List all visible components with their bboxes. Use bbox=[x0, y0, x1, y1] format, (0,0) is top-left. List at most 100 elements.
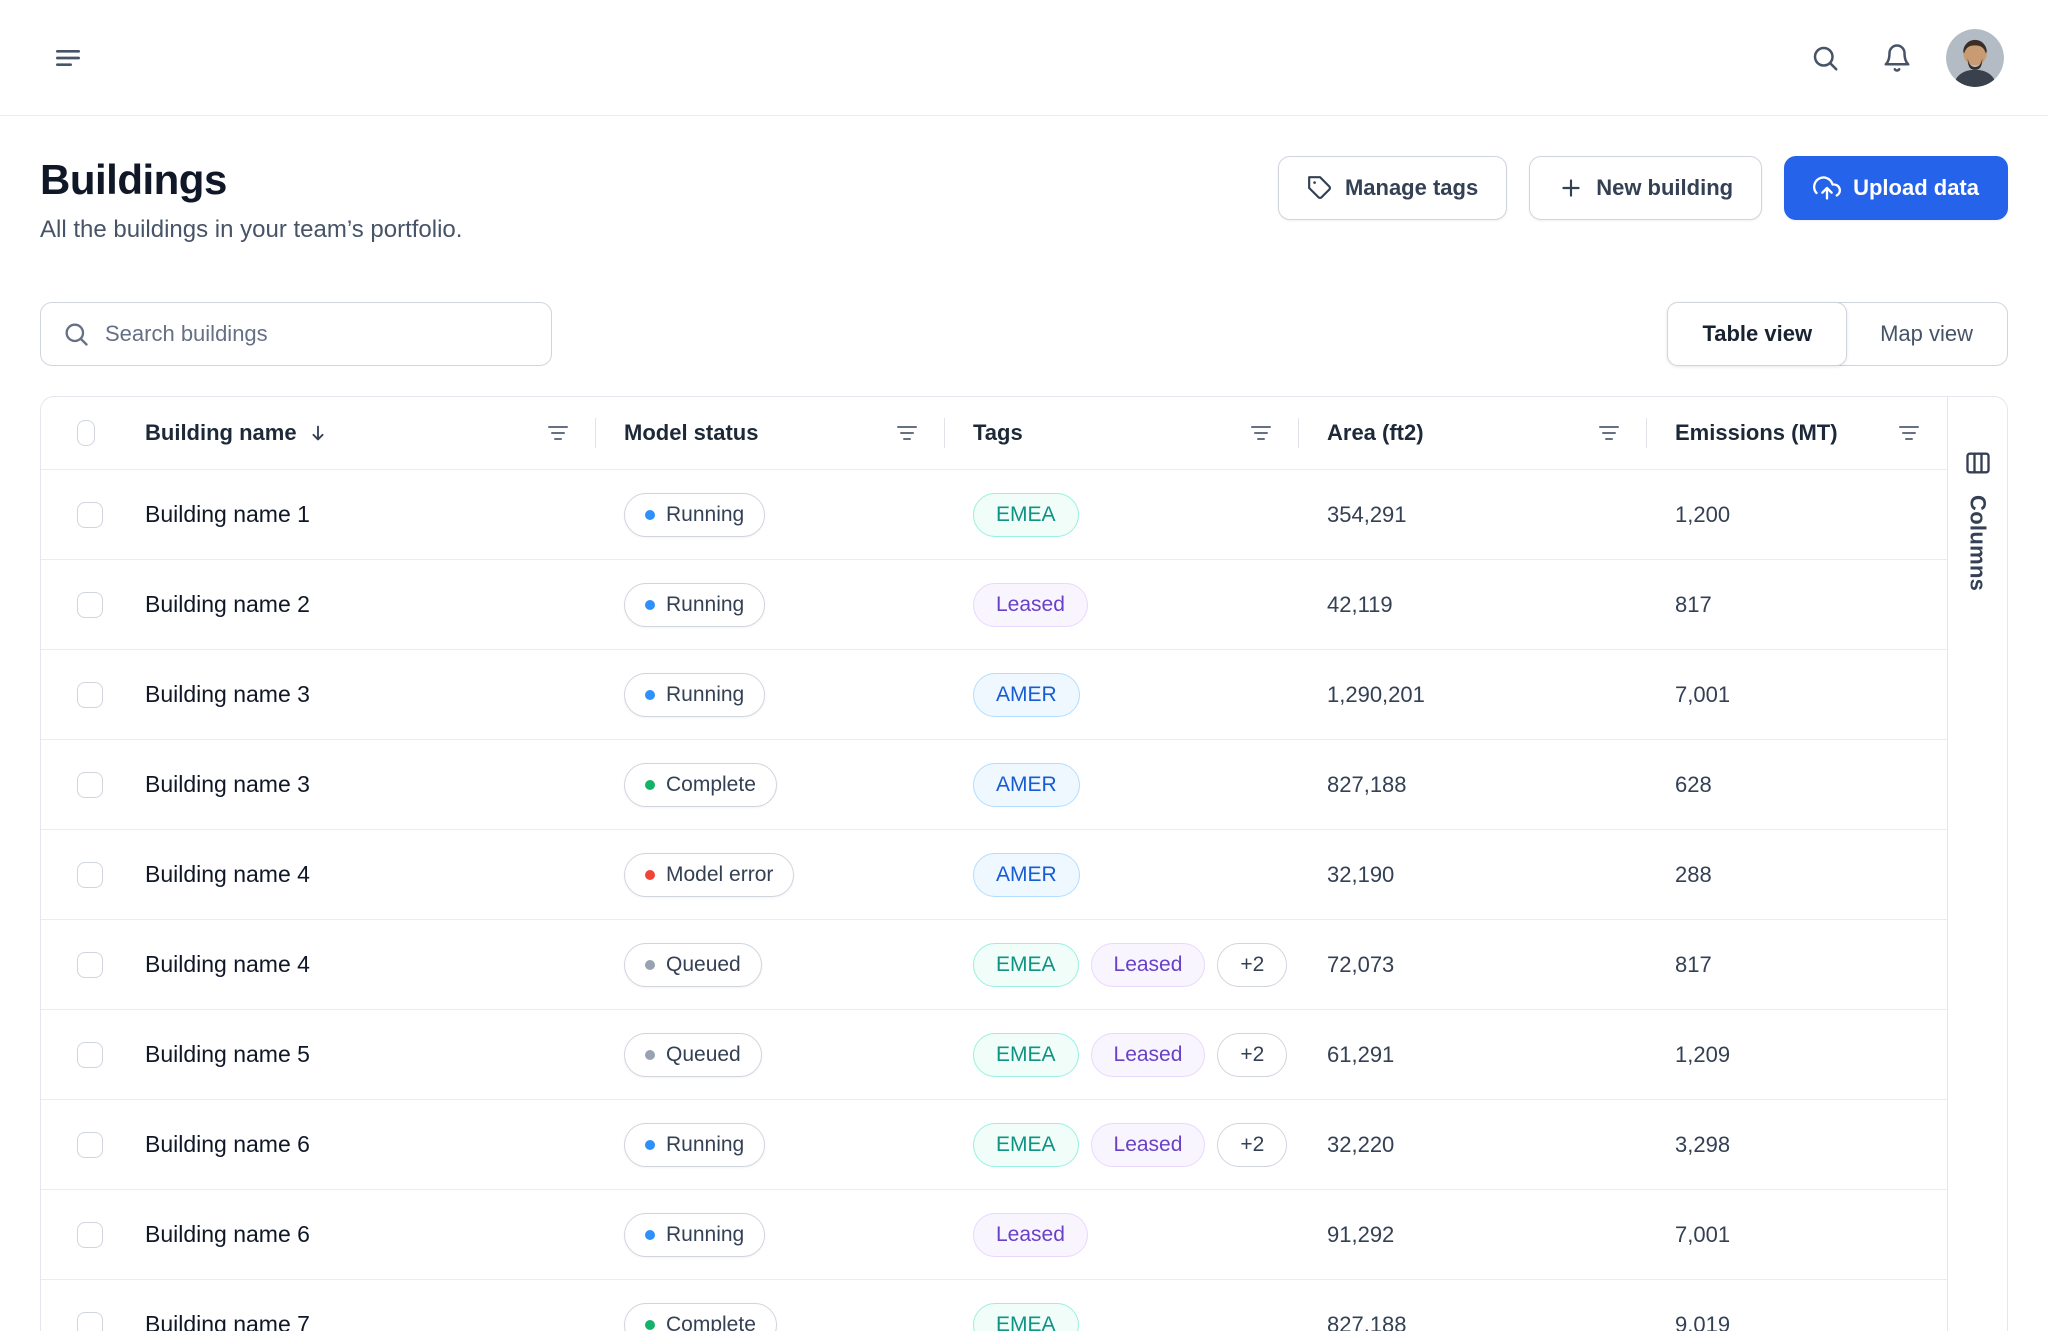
row-checkbox[interactable] bbox=[77, 772, 103, 798]
status-pill: Running bbox=[624, 673, 765, 717]
column-header-area: Area (ft2) bbox=[1299, 397, 1647, 469]
row-checkbox[interactable] bbox=[77, 682, 103, 708]
tag-pill: Leased bbox=[973, 1213, 1088, 1257]
upload-data-button[interactable]: Upload data bbox=[1784, 156, 2008, 220]
row-building-name: Building name 3 bbox=[117, 681, 596, 708]
search-buildings-input[interactable] bbox=[40, 302, 552, 366]
row-area: 354,291 bbox=[1299, 502, 1647, 528]
row-tags: AMER bbox=[945, 853, 1299, 897]
bell-icon bbox=[1882, 43, 1912, 73]
status-label: Model error bbox=[666, 863, 773, 887]
map-view-tab[interactable]: Map view bbox=[1846, 303, 2007, 365]
row-checkbox[interactable] bbox=[77, 592, 103, 618]
tag-pill[interactable]: +2 bbox=[1217, 1033, 1287, 1077]
search-field bbox=[40, 302, 552, 366]
avatar[interactable] bbox=[1946, 29, 2004, 87]
tag-pill[interactable]: +2 bbox=[1217, 943, 1287, 987]
table-row[interactable]: Building name 4 Model error AMER 32,190 … bbox=[41, 829, 1947, 919]
plus-icon bbox=[1558, 175, 1584, 201]
tag-pill: Leased bbox=[973, 583, 1088, 627]
row-checkbox[interactable] bbox=[77, 1132, 103, 1158]
tag-pill[interactable]: +2 bbox=[1217, 1123, 1287, 1167]
row-building-name: Building name 3 bbox=[117, 771, 596, 798]
table-row[interactable]: Building name 3 Complete AMER 827,188 62… bbox=[41, 739, 1947, 829]
filter-icon bbox=[1597, 421, 1621, 445]
row-tags: Leased bbox=[945, 1213, 1299, 1257]
area-header-label: Area (ft2) bbox=[1327, 420, 1424, 446]
row-emissions: 1,209 bbox=[1647, 1042, 1947, 1068]
row-emissions: 9,019 bbox=[1647, 1312, 1947, 1331]
row-checkbox[interactable] bbox=[77, 1042, 103, 1068]
column-header-model-status: Model status bbox=[596, 397, 945, 469]
row-building-name: Building name 6 bbox=[117, 1221, 596, 1248]
columns-panel-button[interactable]: Columns bbox=[1947, 397, 2007, 1331]
filter-tags-button[interactable] bbox=[1245, 417, 1277, 449]
tag-pill: EMEA bbox=[973, 943, 1079, 987]
status-dot bbox=[645, 1230, 655, 1240]
status-label: Running bbox=[666, 503, 744, 527]
tag-pill: AMER bbox=[973, 673, 1080, 717]
view-toggle: Table view Map view bbox=[1667, 302, 2008, 366]
search-icon bbox=[1810, 43, 1840, 73]
row-building-name: Building name 1 bbox=[117, 501, 596, 528]
row-checkbox[interactable] bbox=[77, 502, 103, 528]
status-dot bbox=[645, 1320, 655, 1330]
table-row[interactable]: Building name 4 Queued EMEALeased+2 72,0… bbox=[41, 919, 1947, 1009]
status-label: Queued bbox=[666, 1043, 741, 1067]
row-area: 61,291 bbox=[1299, 1042, 1647, 1068]
table-view-tab[interactable]: Table view bbox=[1667, 302, 1847, 366]
row-checkbox[interactable] bbox=[77, 952, 103, 978]
tags-header-label: Tags bbox=[973, 420, 1023, 446]
manage-tags-button[interactable]: Manage tags bbox=[1278, 156, 1507, 220]
table-row[interactable]: Building name 2 Running Leased 42,119 81… bbox=[41, 559, 1947, 649]
row-emissions: 628 bbox=[1647, 772, 1947, 798]
model-status-header-label: Model status bbox=[624, 420, 758, 446]
status-pill: Model error bbox=[624, 853, 794, 897]
upload-data-label: Upload data bbox=[1853, 175, 1979, 201]
tag-pill: EMEA bbox=[973, 1123, 1079, 1167]
buildings-table: Building name Model status bbox=[40, 396, 2008, 1331]
row-checkbox[interactable] bbox=[77, 1222, 103, 1248]
row-checkbox[interactable] bbox=[77, 1312, 103, 1331]
sort-building-name[interactable]: Building name bbox=[145, 420, 329, 446]
row-area: 827,188 bbox=[1299, 1312, 1647, 1331]
row-building-name: Building name 7 bbox=[117, 1311, 596, 1331]
column-header-building-name: Building name bbox=[117, 397, 596, 469]
columns-panel-label: Columns bbox=[1965, 495, 1991, 591]
status-dot bbox=[645, 600, 655, 610]
columns-icon bbox=[1964, 449, 1992, 477]
row-checkbox[interactable] bbox=[77, 862, 103, 888]
filter-icon bbox=[895, 421, 919, 445]
new-building-button[interactable]: New building bbox=[1529, 156, 1762, 220]
status-pill: Queued bbox=[624, 943, 762, 987]
table-row[interactable]: Building name 6 Running EMEALeased+2 32,… bbox=[41, 1099, 1947, 1189]
table-row[interactable]: Building name 3 Running AMER 1,290,201 7… bbox=[41, 649, 1947, 739]
row-building-name: Building name 5 bbox=[117, 1041, 596, 1068]
global-search-button[interactable] bbox=[1802, 35, 1848, 81]
row-tags: EMEALeased+2 bbox=[945, 1033, 1299, 1077]
status-dot bbox=[645, 1140, 655, 1150]
menu-button[interactable] bbox=[44, 34, 92, 82]
row-area: 1,290,201 bbox=[1299, 682, 1647, 708]
tag-pill: Leased bbox=[1091, 1033, 1206, 1077]
status-label: Running bbox=[666, 683, 744, 707]
table-row[interactable]: Building name 1 Running EMEA 354,291 1,2… bbox=[41, 469, 1947, 559]
select-all-checkbox[interactable] bbox=[77, 420, 95, 446]
emissions-header-label: Emissions (MT) bbox=[1675, 420, 1838, 446]
table-row[interactable]: Building name 7 Complete EMEA 827,188 9,… bbox=[41, 1279, 1947, 1331]
row-emissions: 817 bbox=[1647, 592, 1947, 618]
filter-emissions-button[interactable] bbox=[1893, 417, 1925, 449]
filter-area-button[interactable] bbox=[1593, 417, 1625, 449]
status-pill: Complete bbox=[624, 763, 777, 807]
row-tags: EMEA bbox=[945, 1303, 1299, 1331]
status-dot bbox=[645, 870, 655, 880]
row-area: 32,190 bbox=[1299, 862, 1647, 888]
table-row[interactable]: Building name 6 Running Leased 91,292 7,… bbox=[41, 1189, 1947, 1279]
row-area: 32,220 bbox=[1299, 1132, 1647, 1158]
notifications-button[interactable] bbox=[1874, 35, 1920, 81]
table-row[interactable]: Building name 5 Queued EMEALeased+2 61,2… bbox=[41, 1009, 1947, 1099]
filter-building-name-button[interactable] bbox=[542, 417, 574, 449]
upload-cloud-icon bbox=[1813, 174, 1841, 202]
filter-model-status-button[interactable] bbox=[891, 417, 923, 449]
status-pill: Running bbox=[624, 1213, 765, 1257]
